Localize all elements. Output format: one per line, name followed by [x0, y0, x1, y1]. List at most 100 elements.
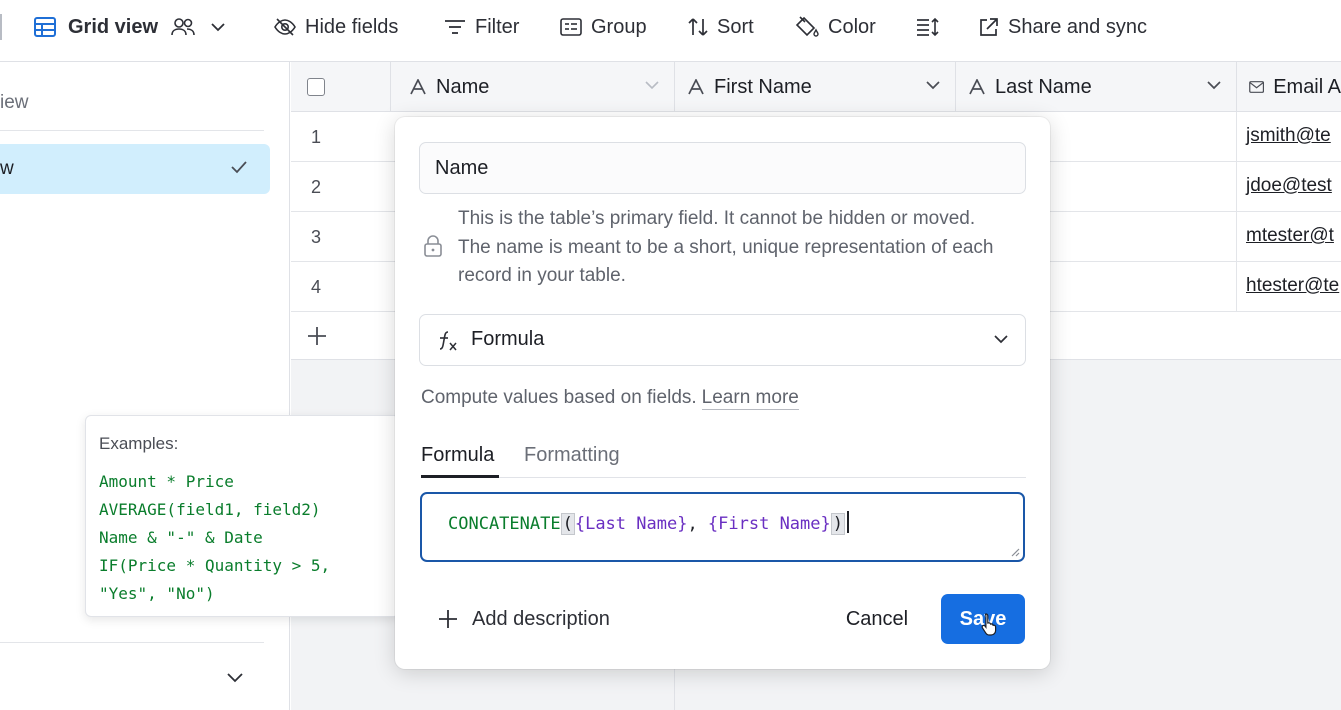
- group-button[interactable]: Group: [560, 12, 647, 42]
- formula-function: CONCATENATE: [448, 514, 561, 534]
- text-field-icon: [969, 79, 985, 95]
- email-cell[interactable]: jsmith@te: [1246, 125, 1331, 147]
- sidebar-heading: iew: [0, 92, 29, 113]
- sidebar-divider: [0, 642, 264, 643]
- add-description-label: Add description: [472, 607, 610, 630]
- sidebar-item-active-view[interactable]: w: [0, 144, 270, 194]
- row-number: 3: [311, 227, 322, 247]
- formula-field-ref: {First Name}: [707, 514, 831, 534]
- field-name-input[interactable]: [419, 142, 1026, 194]
- view-name: Grid view: [68, 15, 159, 38]
- sidebar-item-label: w: [0, 158, 14, 179]
- hide-fields-button[interactable]: Hide fields: [274, 12, 398, 42]
- text-field-icon: [410, 79, 426, 95]
- filter-icon: [445, 20, 465, 34]
- chevron-down-icon[interactable]: [925, 80, 941, 90]
- examples-list: Amount * Price AVERAGE(field1, field2) N…: [99, 468, 330, 608]
- sidebar-divider: [0, 130, 264, 131]
- row-number: 1: [311, 127, 322, 147]
- text-caret: [847, 511, 849, 533]
- formula-editor[interactable]: CONCATENATE({Last Name}, {First Name}): [420, 492, 1025, 562]
- email-cell[interactable]: htester@te: [1246, 275, 1339, 297]
- examples-title: Examples:: [99, 434, 179, 453]
- collaborators-icon: [171, 18, 195, 36]
- hide-fields-label: Hide fields: [305, 15, 399, 38]
- field-type-label: Formula: [471, 328, 545, 350]
- add-description-button[interactable]: Add description: [438, 604, 610, 634]
- column-header-email[interactable]: Email A: [1237, 62, 1341, 112]
- eye-off-icon: [274, 18, 296, 36]
- check-icon: [231, 161, 247, 174]
- email-cell[interactable]: mtester@t: [1246, 225, 1334, 247]
- view-switcher-button[interactable]: Grid view: [34, 12, 226, 42]
- lock-icon: [424, 235, 442, 257]
- formula-code[interactable]: CONCATENATE({Last Name}, {First Name}): [448, 511, 849, 535]
- row-height-button[interactable]: [916, 12, 940, 42]
- color-label: Color: [828, 15, 876, 38]
- formula-examples-tooltip: Examples: Amount * Price AVERAGE(field1,…: [85, 415, 400, 617]
- email-cell[interactable]: jdoe@test: [1246, 175, 1332, 197]
- sort-button[interactable]: Sort: [688, 12, 754, 42]
- filter-button[interactable]: Filter: [444, 12, 519, 42]
- chevron-down-icon: [211, 23, 225, 32]
- example-line: IF(Price * Quantity > 5,: [99, 556, 331, 575]
- email-icon: [1249, 81, 1265, 93]
- group-label: Group: [591, 15, 647, 38]
- example-line: AVERAGE(field1, field2): [99, 500, 321, 519]
- field-type-select[interactable]: Formula: [419, 314, 1026, 366]
- formula-close-paren: ): [830, 513, 845, 535]
- toolbar-divider: [0, 14, 2, 40]
- resize-handle-icon[interactable]: [1010, 547, 1020, 557]
- formula-separator: ,: [687, 514, 708, 534]
- share-and-sync-button[interactable]: Share and sync: [979, 12, 1147, 42]
- tab-formula[interactable]: Formula: [421, 444, 494, 467]
- cell-divider: [1236, 112, 1237, 162]
- column-header-label: Name: [436, 75, 490, 98]
- paint-bucket-icon: [795, 16, 819, 37]
- formula-field-ref: {Last Name}: [574, 514, 688, 534]
- group-icon: [560, 18, 582, 36]
- row-number: 4: [311, 277, 322, 297]
- compute-text: Compute values based on fields.: [421, 387, 697, 408]
- example-line: Name & "-" & Date: [99, 528, 263, 547]
- select-all-checkbox[interactable]: [307, 78, 325, 96]
- view-toolbar: Grid view Hide fields Filter Group Sort …: [0, 0, 1341, 62]
- row-number: 2: [311, 177, 322, 197]
- grid-header-row: Name First Name Last Name Email A: [291, 62, 1341, 112]
- sort-icon: [688, 18, 708, 36]
- chevron-down-icon[interactable]: [226, 672, 244, 684]
- field-type-description: Compute values based on fields. Learn mor…: [421, 387, 799, 410]
- cell-divider: [1236, 262, 1237, 312]
- active-tab-indicator: [421, 475, 499, 478]
- primary-field-note: This is the table’s primary field. It ca…: [458, 208, 994, 286]
- column-header-label: First Name: [714, 75, 812, 98]
- text-field-icon: [688, 79, 704, 95]
- example-line: "Yes", "No"): [99, 584, 215, 603]
- color-button[interactable]: Color: [795, 12, 876, 42]
- select-all-cell: [291, 62, 391, 112]
- formula-icon: [439, 331, 457, 351]
- chevron-down-icon[interactable]: [644, 80, 660, 90]
- plus-icon: [308, 327, 326, 345]
- field-editor-dialog: This is the table’s primary field. It ca…: [395, 117, 1050, 669]
- cancel-button[interactable]: Cancel: [835, 595, 919, 643]
- column-header-label: Last Name: [995, 75, 1092, 98]
- learn-more-link[interactable]: Learn more: [701, 387, 799, 410]
- grid-view-icon: [34, 17, 56, 37]
- plus-icon: [439, 610, 457, 628]
- row-height-icon: [917, 17, 939, 37]
- share-icon: [980, 18, 998, 36]
- sort-label: Sort: [717, 15, 754, 38]
- chevron-down-icon: [994, 335, 1008, 344]
- column-header-last-name[interactable]: Last Name: [956, 62, 1237, 112]
- tab-formatting[interactable]: Formatting: [524, 444, 620, 467]
- pointer-cursor-icon: [981, 613, 997, 636]
- column-header-name[interactable]: Name: [391, 62, 675, 112]
- example-line: Amount * Price: [99, 472, 234, 491]
- chevron-down-icon[interactable]: [1206, 80, 1222, 90]
- formula-tabs: Formula Formatting: [421, 444, 1026, 478]
- column-header-first-name[interactable]: First Name: [675, 62, 956, 112]
- share-and-sync-label: Share and sync: [1008, 15, 1147, 38]
- cell-divider: [1236, 212, 1237, 262]
- column-header-label: Email A: [1273, 75, 1341, 98]
